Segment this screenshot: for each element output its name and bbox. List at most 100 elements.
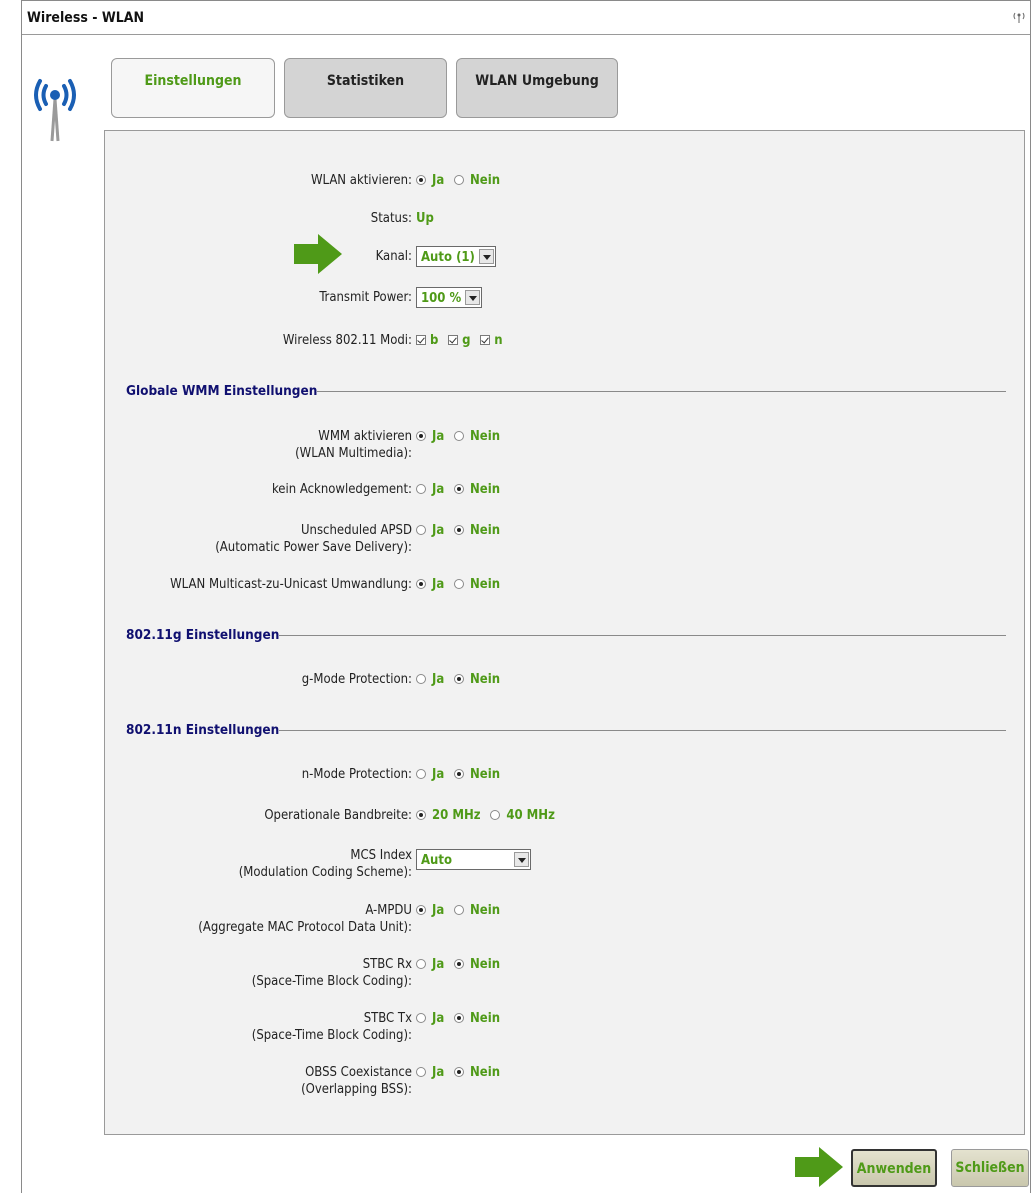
multicast-yes-radio[interactable] xyxy=(416,579,426,589)
ampdu-label: A-MPDU (Aggregate MAC Protocol Data Unit)… xyxy=(198,903,412,935)
chevron-down-icon xyxy=(465,290,481,305)
obss-label: OBSS Coexistance (Overlapping BSS): xyxy=(301,1065,412,1097)
stbc-rx-no-radio[interactable] xyxy=(453,959,464,969)
channel-select[interactable]: Auto (1) xyxy=(416,246,496,267)
yes-label: Ja xyxy=(432,672,445,687)
apsd-label: Unscheduled APSD (Automatic Power Save De… xyxy=(215,523,412,555)
yes-label: Ja xyxy=(432,957,445,972)
no-label: Nein xyxy=(469,173,501,188)
yes-label: Ja xyxy=(432,482,445,497)
wmm-heading-text: Globale WMM Einstellungen xyxy=(126,383,318,399)
yes-label: Ja xyxy=(432,523,445,538)
no-label: Nein xyxy=(469,767,501,782)
mode-n-label: n xyxy=(494,333,503,348)
apply-button[interactable]: Anwenden xyxy=(851,1149,937,1187)
channel-label: Kanal: xyxy=(375,249,412,264)
wmm-section-heading: Globale WMM Einstellungen xyxy=(126,383,1006,399)
obss-yes-radio[interactable] xyxy=(416,1067,426,1077)
green-arrow-icon xyxy=(294,234,342,274)
mode-g-checkbox[interactable] xyxy=(448,335,459,345)
chevron-down-icon xyxy=(478,249,494,264)
mcs-label: MCS Index (Modulation Coding Scheme): xyxy=(238,848,412,880)
bandwidth-label: Operationale Bandbreite: xyxy=(264,808,412,823)
wmm-activate-no-radio[interactable] xyxy=(453,431,464,441)
no-label: Nein xyxy=(469,903,501,918)
no-label: Nein xyxy=(469,429,501,444)
ampdu-yes-radio[interactable] xyxy=(416,905,426,915)
wlan-activate-yes-radio[interactable] xyxy=(416,175,426,185)
mode-n-checkbox[interactable] xyxy=(480,335,491,345)
yes-label: Ja xyxy=(432,1011,445,1026)
status-label: Status: xyxy=(370,211,412,226)
yes-label: Ja xyxy=(432,577,445,592)
tab-wlan-umgebung[interactable]: WLAN Umgebung xyxy=(456,58,618,118)
status-value: Up xyxy=(416,211,434,226)
mode-b-label: b xyxy=(430,333,439,348)
g-section-heading: 802.11g Einstellungen xyxy=(126,627,1006,643)
yes-label: Ja xyxy=(432,1065,445,1080)
mcs-select[interactable]: Auto xyxy=(416,849,531,870)
title-bar: Wireless - WLAN xyxy=(22,1,1030,35)
bandwidth-40-radio[interactable] xyxy=(490,810,501,820)
settings-panel: WLAN aktivieren: Ja Nein Status: Up Kana… xyxy=(104,130,1025,1135)
channel-value: Auto (1) xyxy=(421,250,475,265)
no-label: Nein xyxy=(469,1065,501,1080)
no-label: Nein xyxy=(469,957,501,972)
bandwidth-20-label: 20 MHz xyxy=(432,808,481,823)
wlan-antenna-icon xyxy=(32,71,78,147)
transmit-power-select[interactable]: 100 % xyxy=(416,287,483,308)
wlan-window: Wireless - WLAN Einstellungen Statistike… xyxy=(21,0,1031,1193)
no-label: Nein xyxy=(469,482,501,497)
wmm-activate-yes-radio[interactable] xyxy=(416,431,426,441)
stbc-tx-label: STBC Tx (Space-Time Block Coding): xyxy=(251,1011,412,1043)
mode-g-label: g xyxy=(462,333,471,348)
bandwidth-40-label: 40 MHz xyxy=(506,808,555,823)
n-heading-text: 802.11n Einstellungen xyxy=(126,722,280,738)
tab-statistiken[interactable]: Statistiken xyxy=(284,58,447,118)
stbc-rx-yes-radio[interactable] xyxy=(416,959,426,969)
n-section-heading: 802.11n Einstellungen xyxy=(126,722,1006,738)
transmit-power-value: 100 % xyxy=(421,291,462,306)
g-protection-no-radio[interactable] xyxy=(453,674,464,684)
g-protection-yes-radio[interactable] xyxy=(416,674,426,684)
wmm-activate-label: WMM aktivieren (WLAN Multimedia): xyxy=(295,429,412,461)
g-heading-text: 802.11g Einstellungen xyxy=(126,627,280,643)
stbc-rx-label: STBC Rx (Space-Time Block Coding): xyxy=(251,957,412,989)
g-protection-label: g-Mode Protection: xyxy=(301,672,412,687)
multicast-no-radio[interactable] xyxy=(453,579,464,589)
n-protection-no-radio[interactable] xyxy=(453,769,464,779)
no-ack-yes-radio[interactable] xyxy=(416,484,426,494)
no-label: Nein xyxy=(469,577,501,592)
no-ack-no-radio[interactable] xyxy=(453,484,464,494)
mode-b-checkbox[interactable] xyxy=(416,335,426,345)
yes-label: Ja xyxy=(432,903,445,918)
yes-label: Ja xyxy=(432,173,445,188)
no-label: Nein xyxy=(469,523,501,538)
ampdu-no-radio[interactable] xyxy=(453,905,464,915)
n-protection-label: n-Mode Protection: xyxy=(301,767,412,782)
bandwidth-20-radio[interactable] xyxy=(416,810,426,820)
n-protection-yes-radio[interactable] xyxy=(416,769,426,779)
multicast-label: WLAN Multicast-zu-Unicast Umwandlung: xyxy=(170,577,412,592)
no-label: Nein xyxy=(469,672,501,687)
wlan-activate-no-radio[interactable] xyxy=(453,175,464,185)
close-button[interactable]: Schließen xyxy=(951,1149,1029,1187)
apsd-yes-radio[interactable] xyxy=(416,525,426,535)
window-title: Wireless - WLAN xyxy=(27,10,145,26)
wlan-small-icon xyxy=(1012,11,1026,27)
no-ack-label: kein Acknowledgement: xyxy=(271,482,412,497)
stbc-tx-yes-radio[interactable] xyxy=(416,1013,426,1023)
stbc-tx-no-radio[interactable] xyxy=(453,1013,464,1023)
mcs-value: Auto xyxy=(421,853,453,868)
modes-label: Wireless 802.11 Modi: xyxy=(282,333,412,348)
apsd-no-radio[interactable] xyxy=(453,525,464,535)
wlan-activate-label: WLAN aktivieren: xyxy=(310,173,412,188)
no-label: Nein xyxy=(469,1011,501,1026)
tab-einstellungen[interactable]: Einstellungen xyxy=(111,58,275,118)
chevron-down-icon xyxy=(514,852,529,867)
yes-label: Ja xyxy=(432,767,445,782)
obss-no-radio[interactable] xyxy=(453,1067,464,1077)
yes-label: Ja xyxy=(432,429,445,444)
green-arrow-icon xyxy=(795,1147,843,1187)
transmit-power-label: Transmit Power: xyxy=(319,290,412,305)
